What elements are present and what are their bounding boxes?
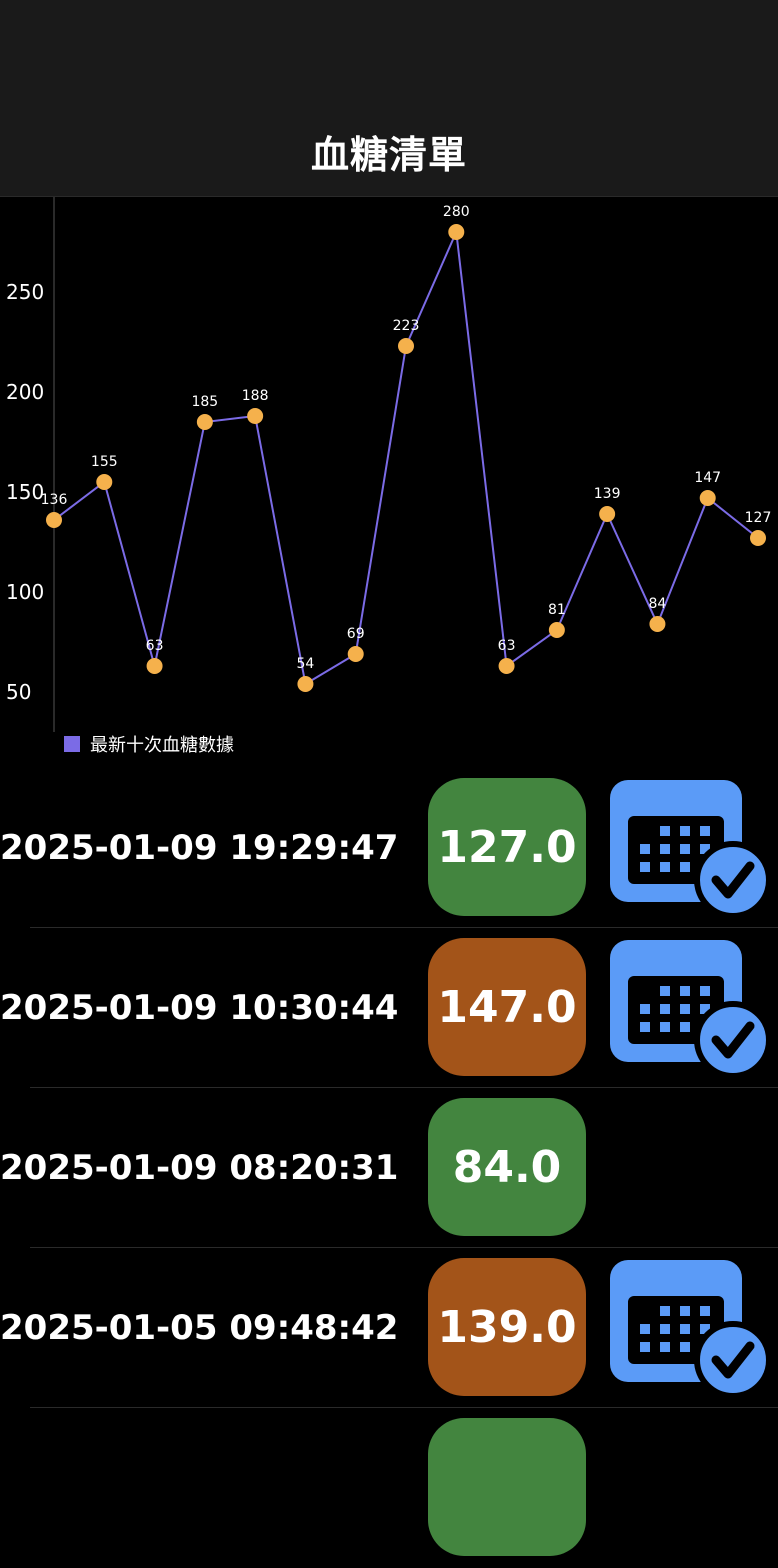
data-label: 69	[347, 626, 365, 642]
legend-swatch	[64, 736, 80, 752]
legend-label: 最新十次血糖數據	[90, 735, 234, 756]
data-point	[196, 414, 213, 430]
glucose-chart: 50 100 150 200 250 136 155 63 185 188 54 69 223 280 63…	[0, 150, 778, 780]
data-point	[498, 658, 515, 674]
data-label: 147	[694, 470, 721, 486]
data-label: 63	[498, 638, 516, 654]
glucose-value-badge: 139.0	[428, 1258, 586, 1396]
data-label: 127	[745, 510, 772, 526]
chart-legend: 最新十次血糖數據	[64, 734, 234, 756]
record-row[interactable]: 2025-01-09 08:20:31 84.0	[0, 1088, 778, 1248]
record-timestamp: 2025-01-05 09:48:42	[0, 1308, 399, 1348]
data-label: 280	[443, 204, 470, 220]
record-row[interactable]: 2025-01-05 09:48:42 139.0	[0, 1248, 778, 1408]
record-timestamp: 2025-01-09 19:29:47	[0, 828, 399, 868]
glucose-line-chart: 50 100 150 200 250 136 155 63 185 188 54 69 223 280 63…	[6, 180, 772, 732]
data-label: 139	[594, 486, 621, 502]
data-point	[96, 474, 113, 490]
glucose-value-badge	[428, 1418, 586, 1556]
calendar-check-icon[interactable]	[608, 938, 772, 1079]
data-point	[247, 408, 264, 424]
data-label: 54	[297, 656, 315, 672]
calendar-check-icon[interactable]	[608, 1258, 772, 1399]
data-point	[750, 530, 766, 546]
glucose-value-badge: 84.0	[428, 1098, 586, 1236]
y-tick-label: 50	[6, 680, 31, 704]
data-label: 188	[242, 388, 269, 404]
data-label: 185	[191, 394, 218, 410]
data-point	[649, 616, 666, 632]
data-label: 223	[393, 318, 420, 334]
series-line	[53, 228, 759, 686]
data-point	[146, 658, 163, 674]
data-label: 136	[41, 492, 68, 508]
record-row[interactable]	[0, 1408, 778, 1568]
glucose-value-badge: 127.0	[428, 778, 586, 916]
data-point	[398, 338, 414, 354]
record-row[interactable]: 2025-01-09 19:29:47 127.0	[0, 768, 778, 928]
data-label: 63	[146, 638, 164, 654]
y-tick-label: 100	[6, 580, 44, 604]
record-timestamp: 2025-01-09 10:30:44	[0, 988, 399, 1028]
record-row[interactable]: 2025-01-09 10:30:44 147.0	[0, 928, 778, 1088]
nav-header: 血糖清單	[0, 0, 778, 197]
calendar-check-icon[interactable]	[608, 778, 772, 919]
y-tick-label: 200	[6, 380, 44, 404]
y-tick-label: 250	[6, 280, 44, 304]
data-point	[347, 646, 364, 662]
data-point	[599, 506, 616, 522]
record-timestamp: 2025-01-09 08:20:31	[0, 1148, 399, 1188]
page-title: 血糖清單	[310, 133, 467, 177]
data-point	[297, 676, 314, 692]
data-point	[699, 490, 716, 506]
data-label: 155	[91, 454, 118, 470]
y-tick-label: 150	[6, 480, 44, 504]
data-label: 81	[548, 602, 566, 618]
data-point	[448, 224, 465, 240]
data-label: 84	[649, 596, 667, 612]
data-point	[46, 512, 62, 528]
glucose-value-badge: 147.0	[428, 938, 586, 1076]
data-point	[548, 622, 565, 638]
glucose-records-list[interactable]: 2025-01-09 19:29:47 127.0 2025-01-09 10:…	[0, 768, 778, 1568]
